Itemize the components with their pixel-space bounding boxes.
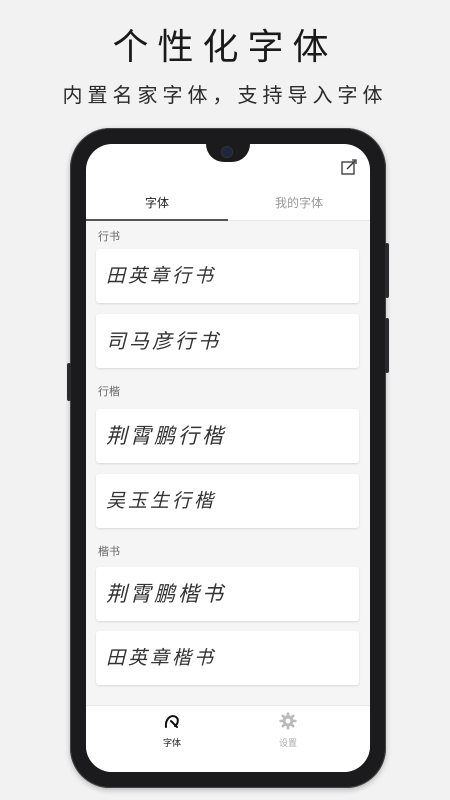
phone-frame: 字体 我的字体 行书 田英章行书 司马彦行书 行楷 荆霄鹏行楷 吴玉生行楷 楷书… — [67, 128, 389, 788]
edit-icon[interactable] — [340, 158, 358, 176]
section-label-xingshu: 行书 — [98, 230, 120, 243]
promo-subtitle: 内置名家字体，支持导入字体 — [62, 83, 388, 107]
font-card-jing-kaishu[interactable]: 荆霄鹏楷书 — [96, 567, 359, 621]
font-card-tian-kaishu[interactable]: 田英章楷书 — [96, 631, 359, 685]
font-icon — [164, 715, 179, 728]
font-card-sima-xingshu[interactable]: 司马彦行书 — [96, 314, 359, 368]
font-card-wu-xingkai[interactable]: 吴玉生行楷 — [96, 474, 359, 528]
nav-fonts[interactable]: 字体 — [142, 712, 202, 749]
font-sample: 田英章行书 — [106, 265, 217, 287]
camera-icon — [222, 147, 232, 157]
section-label-xingkai: 行楷 — [98, 385, 120, 398]
nav-settings[interactable]: 设置 — [258, 712, 318, 749]
font-sample: 荆霄鹏楷书 — [106, 582, 226, 606]
volume-button — [67, 363, 71, 401]
nav-settings-label: 设置 — [278, 739, 297, 749]
gear-icon — [279, 712, 297, 730]
side-button-upper — [385, 243, 389, 298]
app-screen: 字体 我的字体 行书 田英章行书 司马彦行书 行楷 荆霄鹏行楷 吴玉生行楷 楷书… — [86, 144, 370, 772]
camera-notch — [206, 144, 250, 162]
font-sample: 荆霄鹏行楷 — [106, 424, 226, 448]
tab-my-fonts[interactable]: 我的字体 — [228, 192, 370, 219]
font-card-tian-xingshu[interactable]: 田英章行书 — [96, 249, 359, 303]
font-card-jing-xingkai[interactable]: 荆霄鹏行楷 — [96, 409, 359, 463]
font-list: 行书 田英章行书 司马彦行书 行楷 荆霄鹏行楷 吴玉生行楷 楷书 荆霄鹏楷书 田… — [86, 221, 370, 705]
font-sample: 田英章楷书 — [106, 647, 217, 669]
font-sample: 司马彦行书 — [106, 329, 221, 353]
tab-bar: 字体 我的字体 — [86, 192, 370, 221]
promo-title: 个性化字体 — [112, 27, 338, 68]
tab-fonts[interactable]: 字体 — [86, 192, 228, 219]
side-button-lower — [385, 318, 389, 373]
section-label-kaishu: 楷书 — [98, 545, 120, 558]
bottom-nav: 字体 设置 — [86, 705, 370, 772]
font-sample: 吴玉生行楷 — [106, 490, 217, 512]
nav-fonts-label: 字体 — [162, 739, 181, 749]
